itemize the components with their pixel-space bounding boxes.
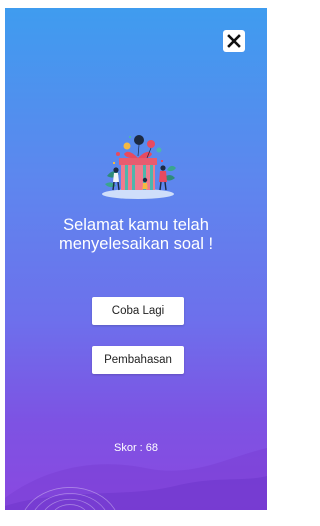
close-icon (227, 34, 241, 48)
completion-message-line-1: Selamat kamu telah (63, 216, 209, 234)
gift-celebration-illustration (102, 135, 176, 199)
completion-message: Selamat kamu telah menyelesaikan soal ! (5, 216, 267, 254)
retry-button[interactable]: Coba Lagi (92, 297, 184, 325)
close-button[interactable] (223, 30, 245, 52)
review-button[interactable]: Pembahasan (92, 346, 184, 374)
decorative-wave-background (5, 448, 267, 510)
result-screen: Selamat kamu telah menyelesaikan soal ! … (5, 8, 267, 510)
completion-message-line-2: menyelesaikan soal ! (58, 235, 214, 253)
